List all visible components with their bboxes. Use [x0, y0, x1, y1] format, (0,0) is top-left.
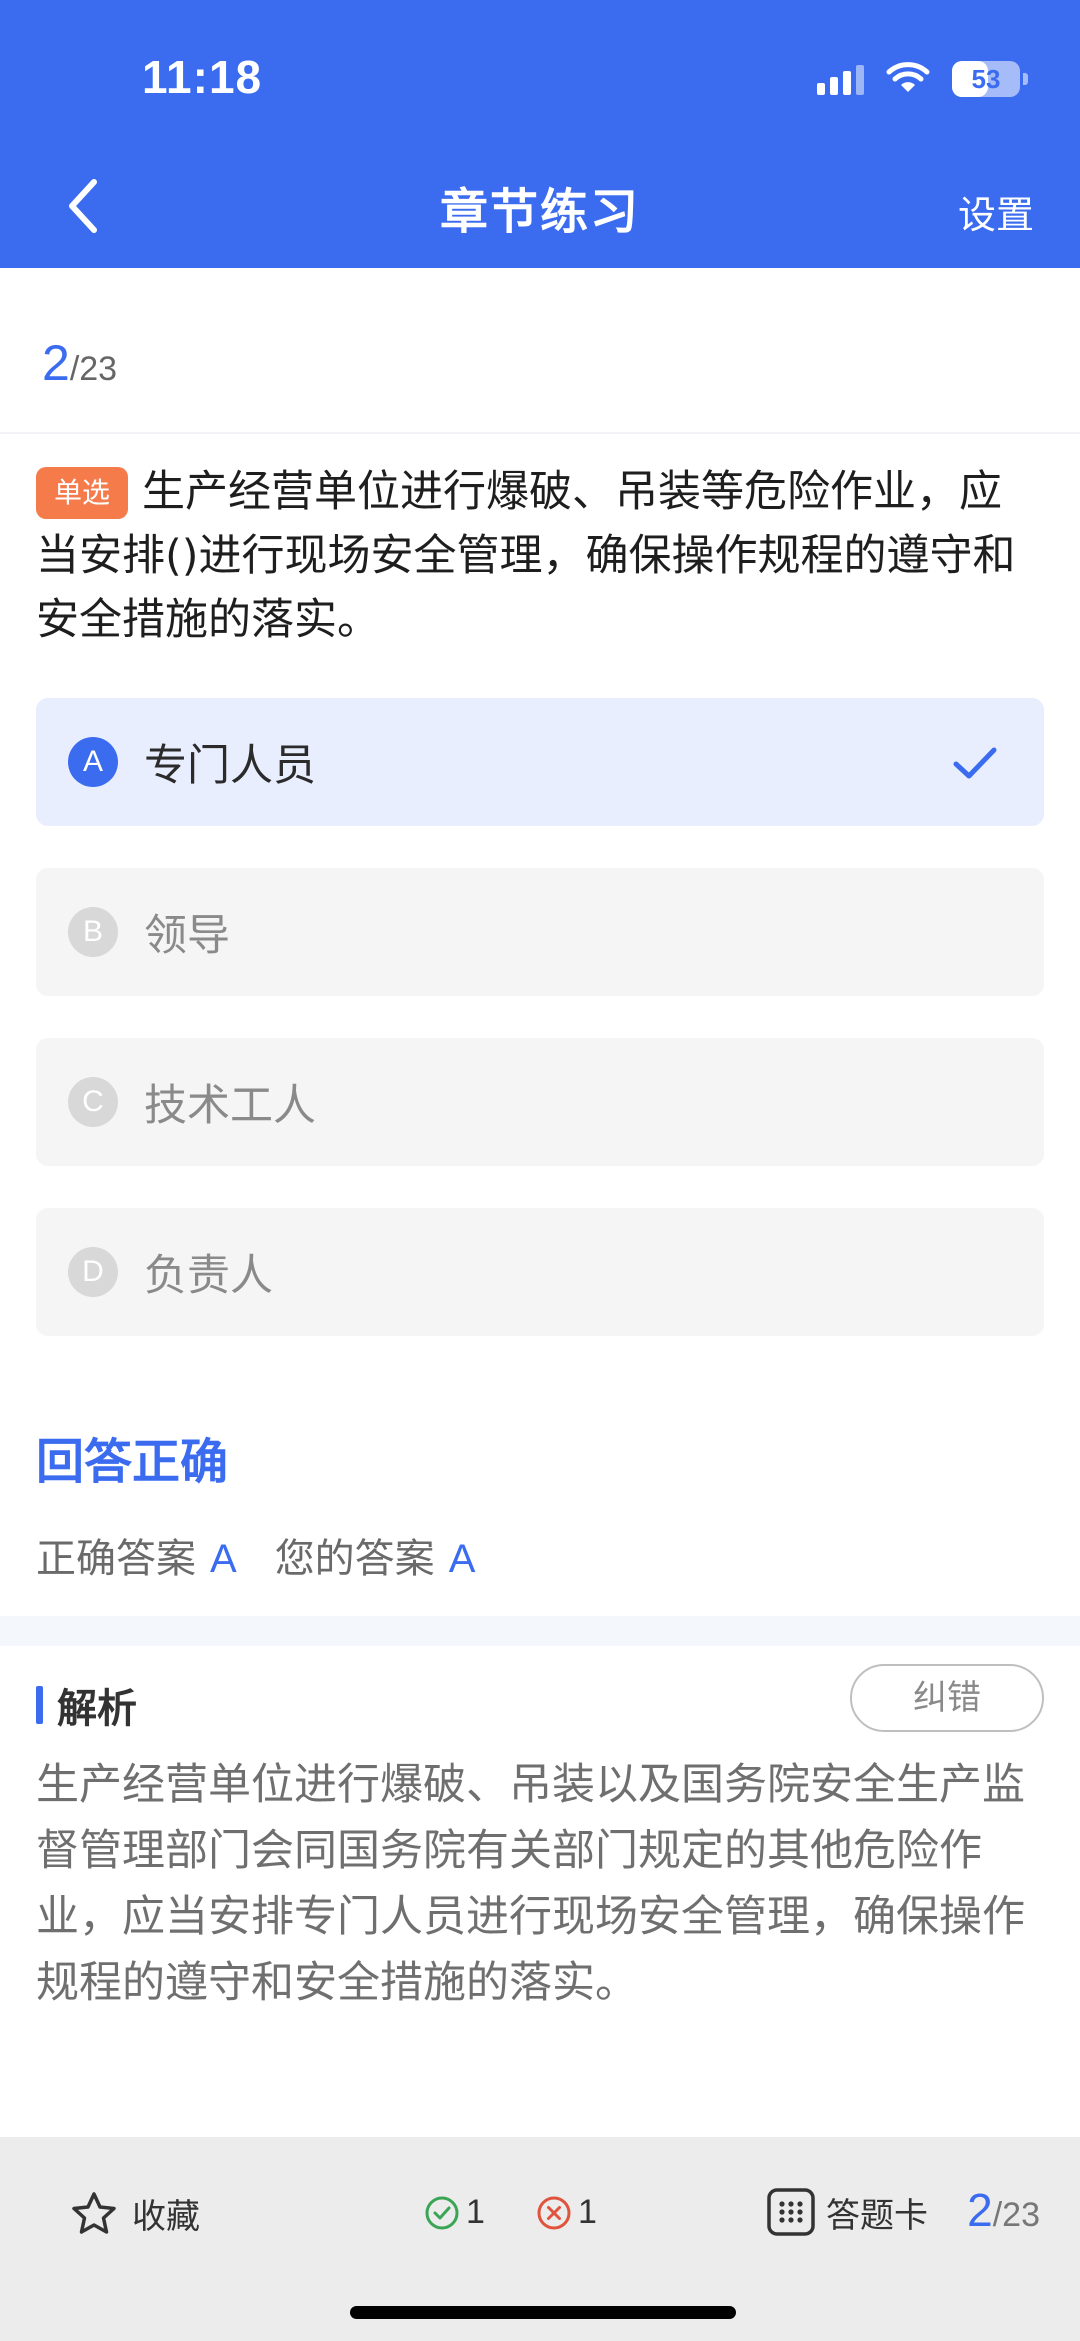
question-counter: 2/23 [42, 334, 117, 392]
option-b[interactable]: B 领导 [36, 868, 1044, 996]
cellular-signal-icon [817, 63, 864, 95]
correct-answer-value: A [210, 1537, 237, 1581]
answer-card-button[interactable]: 答题卡 [766, 2187, 928, 2237]
question-type-badge: 单选 [36, 467, 129, 519]
section-marker [36, 1686, 43, 1724]
answer-card-label: 答题卡 [826, 2195, 928, 2236]
result-title: 回答正确 [36, 1434, 229, 1490]
bottom-question-counter: 2/23 [967, 2183, 1040, 2237]
option-letter: C [68, 1077, 118, 1127]
your-answer-value: A [448, 1537, 476, 1581]
counter-current: 2 [42, 335, 70, 391]
analysis-title: 解析 [57, 1686, 137, 1732]
favorite-label: 收藏 [132, 2197, 200, 2237]
option-a[interactable]: A 专门人员 [36, 698, 1044, 826]
star-icon [72, 2191, 116, 2234]
option-letter: B [68, 907, 118, 957]
correct-count-value: 1 [466, 2193, 485, 2231]
wrong-count-value: 1 [578, 2193, 597, 2231]
check-circle-icon [425, 2196, 459, 2229]
report-error-button[interactable]: 纠错 [850, 1664, 1044, 1732]
bottom-counter-current: 2 [967, 2184, 993, 2236]
option-text: 技术工人 [144, 1081, 316, 1131]
correct-answer-label: 正确答案 [36, 1536, 196, 1582]
settings-button[interactable]: 设置 [958, 184, 1034, 239]
analysis-header: 解析 [36, 1676, 137, 1734]
favorite-button[interactable]: 收藏 [70, 2189, 200, 2238]
section-separator [0, 1616, 1080, 1646]
question-stem: 单选 生产经营单位进行爆破、吊装等危险作业，应当安排()进行现场安全管理，确保操作… [36, 460, 1036, 652]
battery-icon: 53 [952, 61, 1028, 97]
your-answer-label: 您的答案 [274, 1536, 435, 1582]
correct-count: 1 [424, 2193, 485, 2232]
status-time: 11:18 [142, 51, 263, 103]
status-icons: 53 [817, 56, 1028, 102]
app-header: 11:18 53 章节练习 设置 [0, 0, 1080, 268]
divider [0, 432, 1080, 434]
analysis-text: 生产经营单位进行爆破、吊装以及国务院安全生产监督管理部门会同国务院有关部门规定的… [36, 1760, 1025, 2008]
option-d[interactable]: D 负责人 [36, 1208, 1044, 1336]
bottom-counter-total: /23 [992, 2196, 1040, 2234]
option-text: 专门人员 [144, 741, 316, 791]
option-text: 领导 [144, 911, 230, 961]
wrong-count: 1 [536, 2193, 597, 2232]
grid-icon [767, 2188, 815, 2236]
wifi-icon [886, 62, 930, 92]
option-c[interactable]: C 技术工人 [36, 1038, 1044, 1166]
home-indicator [350, 2306, 736, 2319]
option-letter: D [68, 1247, 118, 1297]
checkmark-icon [953, 747, 997, 779]
option-letter: A [68, 737, 118, 787]
counter-total: /23 [69, 350, 118, 388]
option-text: 负责人 [144, 1251, 273, 1301]
x-circle-icon [537, 2196, 571, 2229]
page-title: 章节练习 [439, 184, 640, 240]
answer-summary: 正确答案 A 您的答案 A [36, 1526, 513, 1584]
battery-level: 53 [971, 64, 1001, 94]
question-text: 生产经营单位进行爆破、吊装等危险作业，应当安排()进行现场安全管理，确保操作规程… [36, 467, 1016, 645]
